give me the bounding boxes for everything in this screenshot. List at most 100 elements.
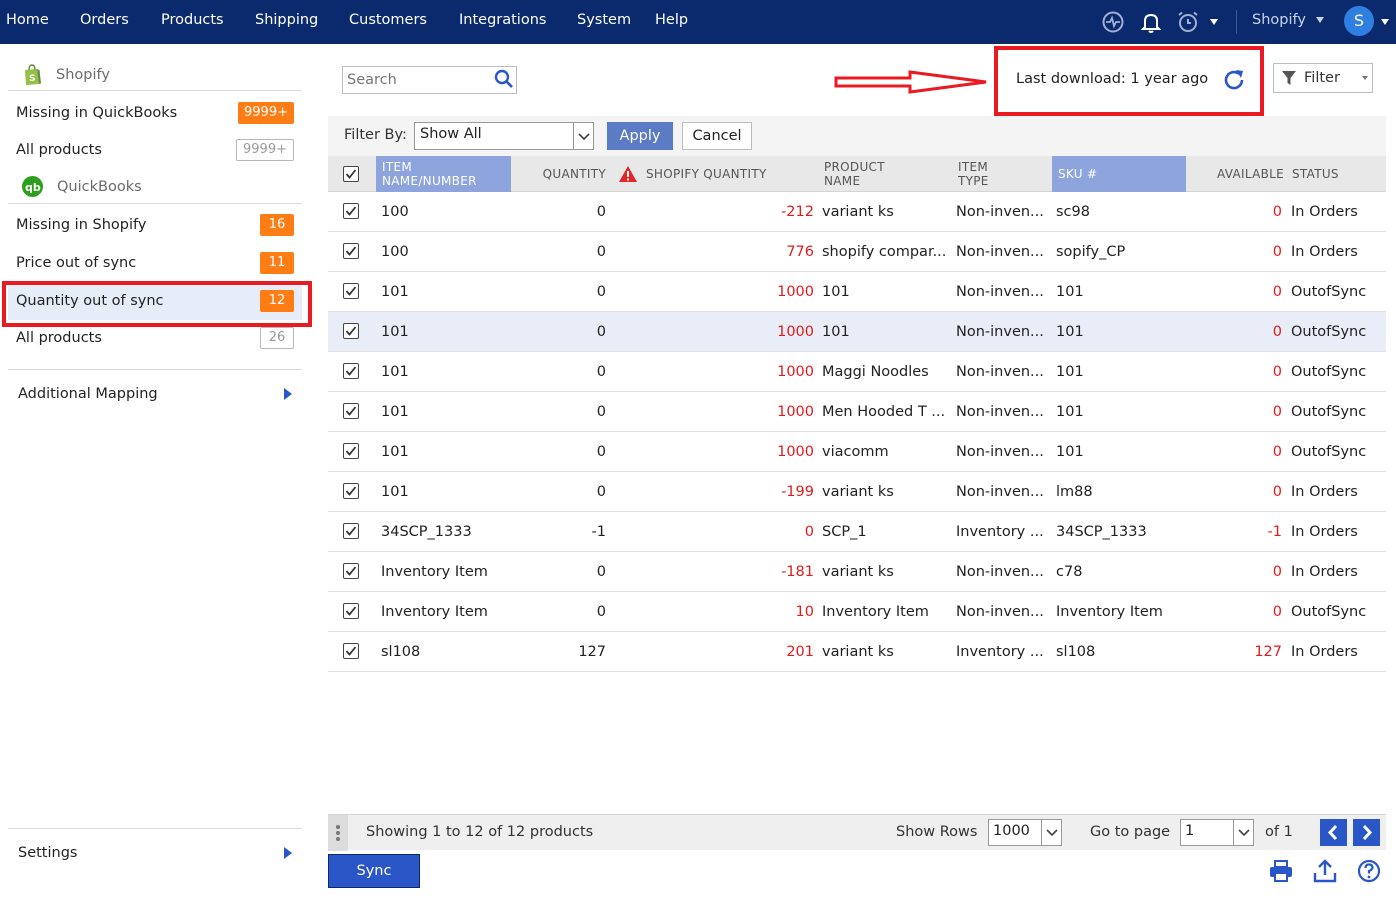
column-header-available[interactable]: AVAILABLE [1190,156,1284,192]
table-row[interactable]: 100 0 -212 variant ks Non-inven... sc98 0 In Or… [328,192,1386,232]
column-header-sku[interactable]: SKU # [1052,156,1186,192]
chevron-down-icon [1238,829,1250,837]
sync-button[interactable]: Sync [328,854,420,888]
chevron-down-icon[interactable] [1380,18,1390,26]
select-all-checkbox[interactable] [343,166,359,182]
cell-item-name: 100 [381,244,409,260]
table-row[interactable]: 101 0 1000 viacomm Non-inven... 101 0 OutofSync [328,432,1386,472]
table-row[interactable]: 100 0 776 shopify compar... Non-inven... sopi… [328,232,1386,272]
table-row[interactable]: 101 0 1000 Maggi Noodles Non-inven... 101 0 Out… [328,352,1386,392]
next-page-button[interactable] [1353,819,1380,846]
count-badge: 9999+ [238,102,294,124]
nav-integrations[interactable]: Integrations [459,12,546,28]
avatar[interactable]: S [1344,6,1374,36]
cell-quantity: 0 [596,204,606,220]
nav-home[interactable]: Home [6,12,49,28]
sidebar-item-settings[interactable]: Settings [8,834,302,872]
alarm-clock-icon[interactable] [1176,10,1200,34]
row-checkbox[interactable] [343,643,359,659]
search-icon[interactable] [494,69,514,89]
chevron-down-icon[interactable] [1209,18,1219,26]
sidebar-item-all-products-shopify[interactable]: All products 9999+ [8,131,302,169]
table-row[interactable]: 101 0 1000 101 Non-inven... 101 0 OutofSync [328,312,1386,352]
chevron-down-icon [1315,17,1324,23]
sidebar-item-missing-in-quickbooks[interactable]: Missing in QuickBooks 9999+ [8,94,302,132]
row-checkbox[interactable] [343,443,359,459]
column-header-product-name[interactable]: PRODUCT NAME [824,156,944,192]
show-rows-select[interactable]: 1000 [988,819,1062,846]
main-panel: Last download: 1 year ago Filter Filter … [328,46,1386,890]
cell-item-type: Inventory ... [956,524,1044,540]
filter-by-select[interactable]: Show All [414,122,594,150]
table-row[interactable]: Inventory Item 0 10 Inventory Item Non-inven… [328,592,1386,632]
row-checkbox[interactable] [343,363,359,379]
table-row[interactable]: Inventory Item 0 -181 variant ks Non-inven..… [328,552,1386,592]
cell-item-type: Non-inven... [956,204,1044,220]
sidebar-item-label: Missing in QuickBooks [16,105,178,121]
top-navigation-bar: Home Orders Products Shipping Customers … [0,0,1396,44]
cell-item-type: Inventory ... [956,644,1044,660]
column-header-shopify-quantity[interactable]: SHOPIFY QUANTITY [618,156,818,192]
count-badge: 11 [260,252,294,274]
checkmark-icon [345,406,357,416]
nav-shipping[interactable]: Shipping [255,12,318,28]
row-checkbox[interactable] [343,403,359,419]
cell-quantity: 0 [596,284,606,300]
column-header-status[interactable]: STATUS [1292,156,1382,192]
table-row[interactable]: 101 0 -199 variant ks Non-inven... lm88 0 In Or… [328,472,1386,512]
column-header-item-name[interactable]: ITEM NAME/NUMBER [376,156,511,192]
column-header-quantity[interactable]: QUANTITY [518,156,606,192]
cell-sku: 101 [1056,284,1084,300]
nav-system[interactable]: System [577,12,631,28]
quickbooks-heading: qb QuickBooks [22,176,142,197]
print-icon[interactable] [1268,858,1294,884]
filter-by-label: Filter By: [344,127,407,143]
checkmark-icon [345,526,357,536]
column-header-item-type[interactable]: ITEM TYPE [958,156,1048,192]
chevron-down-icon [578,133,590,141]
cell-product-name: Maggi Noodles [822,364,929,380]
table-row[interactable]: sl108 127 201 variant ks Inventory ... sl108 1… [328,632,1386,672]
help-icon[interactable] [1356,858,1382,884]
cell-product-name: SCP_1 [822,524,867,540]
sidebar-item-price-out-of-sync[interactable]: Price out of sync 11 [8,244,302,282]
cancel-button[interactable]: Cancel [682,122,752,150]
table-row[interactable]: 34SCP_1333 -1 0 SCP_1 Inventory ... 34SCP_133… [328,512,1386,552]
sidebar-item-all-products-quickbooks[interactable]: All products 26 [8,319,302,357]
table-row[interactable]: 101 0 1000 Men Hooded T ... Non-inven... 101 0… [328,392,1386,432]
search-input[interactable] [342,66,517,94]
page-number-select[interactable]: 1 [1180,819,1254,846]
filter-button[interactable]: Filter [1273,63,1373,93]
row-checkbox[interactable] [343,523,359,539]
divider [8,369,302,370]
apply-button[interactable]: Apply [607,122,673,150]
row-checkbox[interactable] [343,323,359,339]
row-checkbox[interactable] [343,563,359,579]
sidebar-item-quantity-out-of-sync[interactable]: Quantity out of sync 12 [8,282,302,320]
column-header-label: PRODUCT NAME [824,160,885,188]
previous-page-button[interactable] [1320,819,1347,846]
bell-icon[interactable] [1139,10,1163,34]
row-checkbox[interactable] [343,283,359,299]
row-checkbox[interactable] [343,603,359,619]
row-checkbox[interactable] [343,243,359,259]
refresh-icon[interactable] [1222,68,1246,92]
nav-help[interactable]: Help [655,12,688,28]
sidebar-item-additional-mapping[interactable]: Additional Mapping [8,375,302,413]
nav-orders[interactable]: Orders [80,12,129,28]
sidebar-item-missing-in-shopify[interactable]: Missing in Shopify 16 [8,206,302,244]
row-checkbox[interactable] [343,483,359,499]
checkmark-icon [345,206,357,216]
grip-handle-icon[interactable] [328,815,348,851]
upload-icon[interactable] [1312,858,1338,884]
cell-shopify-quantity: 0 [804,524,814,540]
cell-status: OutofSync [1291,324,1367,340]
cell-status: In Orders [1291,644,1358,660]
table-row[interactable]: 101 0 1000 101 Non-inven... 101 0 OutofSync [328,272,1386,312]
nav-customers[interactable]: Customers [349,12,427,28]
activity-icon[interactable] [1101,10,1125,34]
nav-products[interactable]: Products [161,12,224,28]
cell-sku: lm88 [1056,484,1093,500]
store-selector[interactable]: Shopify [1252,12,1325,28]
row-checkbox[interactable] [343,203,359,219]
